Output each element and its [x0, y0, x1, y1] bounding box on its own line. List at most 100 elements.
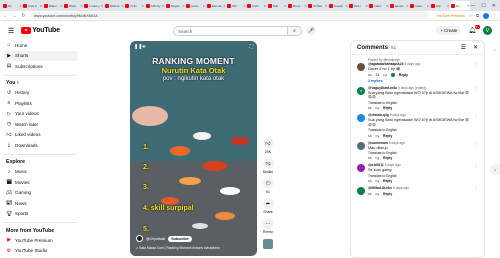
sidebar-item-youtube-studio[interactable]: ⚙ YouTube Studio [4, 246, 78, 257]
browser-tab[interactable]: Fast b ✕ [22, 1, 42, 10]
thumbs-up-icon[interactable]: 👍︎ [368, 73, 372, 77]
browser-tab[interactable]: Pab t ✕ [348, 1, 368, 10]
reload-icon[interactable]: ↻ [21, 13, 26, 19]
thumbs-down-icon[interactable]: 👎︎ [376, 106, 379, 110]
commenter-avatar[interactable] [357, 164, 365, 173]
tab-close-icon[interactable]: ✕ [162, 4, 165, 8]
close-icon[interactable]: ✕ [473, 44, 478, 51]
sidebar-item-subscriptions[interactable]: ▤ Subscriptions [4, 61, 78, 72]
dislike-button[interactable]: 👎︎ Dislike [262, 158, 274, 174]
thumbs-up-icon[interactable]: 👍︎ [368, 192, 372, 196]
browser-tab[interactable]: apoba ✕ [389, 1, 409, 10]
minimize-icon[interactable]: — [470, 3, 475, 9]
browser-tab[interactable]: Fab t ✕ [246, 1, 266, 10]
channel-avatar[interactable] [136, 235, 143, 242]
sidebar-item-gaming[interactable]: 🎮︎ Gaming [4, 188, 78, 199]
sort-icon[interactable]: ☰ [461, 44, 466, 51]
thumbs-up-icon[interactable]: 👍︎ [368, 156, 372, 160]
browser-tab[interactable]: Nacc ✕ [368, 1, 388, 10]
comment-menu-icon[interactable]: ⋮ [474, 62, 478, 83]
sound-thumbnail[interactable] [263, 238, 273, 249]
commenter-avatar[interactable] [357, 63, 365, 71]
comment-author[interactable]: @chairia-q3g [368, 113, 389, 117]
thumbs-down-icon[interactable]: 👎︎ [383, 73, 386, 77]
thumbs-up-icon[interactable]: 👍︎ [368, 179, 372, 183]
browser-tab[interactable]: Sas Ha ✕ [206, 1, 225, 10]
sidebar-item-home[interactable]: ⌂ Home [4, 40, 78, 51]
tab-close-icon[interactable]: ✕ [40, 4, 43, 8]
browser-tab[interactable]: Baris ✕ [63, 1, 83, 10]
browser-tab[interactable]: Tak! ✕ [267, 1, 287, 10]
comment-author[interactable]: @oummnam [368, 141, 388, 145]
extensions-icon[interactable]: ⧉ [476, 13, 479, 18]
browser-tab[interactable]: Tal t ✕ [226, 1, 246, 10]
tab-close-icon[interactable]: ✕ [386, 4, 389, 8]
browser-tab[interactable]: Dham ✕ [43, 1, 63, 10]
comment-menu-icon[interactable]: ⋮ [474, 86, 478, 110]
sidebar-item-music[interactable]: ♪ Music [4, 167, 78, 178]
account-avatar[interactable]: V [483, 26, 492, 35]
comment-menu-icon[interactable]: ⋮ [474, 141, 478, 161]
browser-tab[interactable]: No ✕ [449, 1, 470, 10]
search-input[interactable]: Search [173, 26, 288, 36]
reply-button[interactable]: Reply [399, 73, 408, 77]
browser-profile-icon[interactable] [483, 12, 489, 19]
tab-close-icon[interactable]: ✕ [427, 4, 430, 8]
forward-icon[interactable]: → [12, 13, 17, 19]
sidebar-item-liked-videos[interactable]: 👍︎ Liked videos [4, 130, 78, 141]
commenter-avatar[interactable]: V [357, 86, 365, 95]
comment-author[interactable]: @VaguyDiant-m8u [368, 86, 397, 90]
translate-link[interactable]: Translate to English [368, 101, 472, 105]
browser-tab[interactable]: Cara ✕ [409, 1, 429, 10]
translate-link[interactable]: Translate to English [368, 174, 472, 178]
thumbs-down-icon[interactable]: 👎︎ [376, 179, 379, 183]
comment-menu-icon[interactable]: ⋮ [474, 186, 478, 196]
next-short-button[interactable]: ↓ [490, 164, 500, 175]
url-field[interactable]: www.youtube.com/shorts/y9MuNXs5OA [30, 12, 430, 19]
comments-button[interactable]: 💬︎ 61 [262, 178, 274, 194]
reply-button[interactable]: Reply [383, 192, 392, 196]
notifications-button[interactable]: 🔔︎ 9+ [468, 25, 480, 34]
comment-menu-icon[interactable]: ⋮ [474, 163, 478, 183]
thumbs-down-icon[interactable]: 👎︎ [376, 134, 379, 138]
translate-link[interactable]: Translate to English [368, 151, 472, 155]
commenter-avatar[interactable] [357, 187, 365, 196]
music-credit[interactable]: ♫ Bala Maola Com | Ranking Moment #short… [136, 246, 251, 250]
browser-tab[interactable]: Doyan ✕ [165, 1, 185, 10]
thumbs-up-icon[interactable]: 👍︎ [368, 106, 372, 110]
remix-button[interactable]: ⋯ Remix [262, 218, 274, 234]
subscribe-button[interactable]: Subscribe [168, 235, 192, 242]
sidebar-heading-you[interactable]: You › [4, 79, 80, 88]
browser-menu-icon[interactable]: ⋮ [493, 13, 497, 18]
short-video-player[interactable]: ❚❚ 🔊︎ ⛶ RANKING MOMENT Nurutin Kata Otak… [130, 41, 257, 256]
browser-tab[interactable]: Ps ✕ [2, 1, 22, 10]
menu-icon[interactable]: ☰ [8, 27, 14, 35]
browser-tab[interactable]: pindo ✕ [185, 1, 205, 10]
browser-tab[interactable]: 22 Bet ✕ [307, 1, 327, 10]
premium-promo[interactable]: YouTube Premium [437, 14, 465, 18]
sidebar-item-playlists[interactable]: ≡ Playlists [4, 98, 78, 109]
comment-author[interactable]: @a.b0U11 [368, 163, 384, 167]
volume-icon[interactable]: 🔊︎ [142, 44, 145, 50]
commenter-avatar[interactable] [357, 141, 365, 150]
browser-tab[interactable]: Jeopar ✕ [328, 1, 348, 10]
sidebar-item-sports[interactable]: 🏆︎ Sports [4, 209, 78, 220]
sidebar-item-watch-later[interactable]: ◷ Watch later [4, 119, 78, 130]
star-icon[interactable]: ☆ [469, 13, 473, 18]
reply-button[interactable]: Reply [383, 134, 392, 138]
comment-author[interactable]: @0t0bot-8t-hkv [368, 186, 392, 190]
browser-tab[interactable]: Looks y ✕ [83, 1, 103, 10]
fullscreen-icon[interactable]: ⛶ [249, 44, 253, 50]
thumbs-down-icon[interactable]: 👎︎ [376, 156, 379, 160]
share-button[interactable]: ➦ Share [262, 198, 274, 214]
tab-close-icon[interactable]: ✕ [203, 4, 206, 8]
browser-tab[interactable]: S25 Dy ✕ [145, 1, 165, 10]
commenter-avatar[interactable] [357, 114, 365, 123]
maximize-icon[interactable]: ☐ [481, 3, 485, 9]
sidebar-item-shorts[interactable]: ▶ Shorts [4, 50, 78, 61]
create-button[interactable]: + Create [436, 26, 462, 35]
tab-close-icon[interactable]: ✕ [264, 4, 267, 8]
comment-author[interactable]: @agatabarkahsaptA24 [368, 62, 403, 66]
close-window-icon[interactable]: ✕ [492, 3, 496, 9]
comment-menu-icon[interactable]: ⋮ [474, 113, 478, 137]
